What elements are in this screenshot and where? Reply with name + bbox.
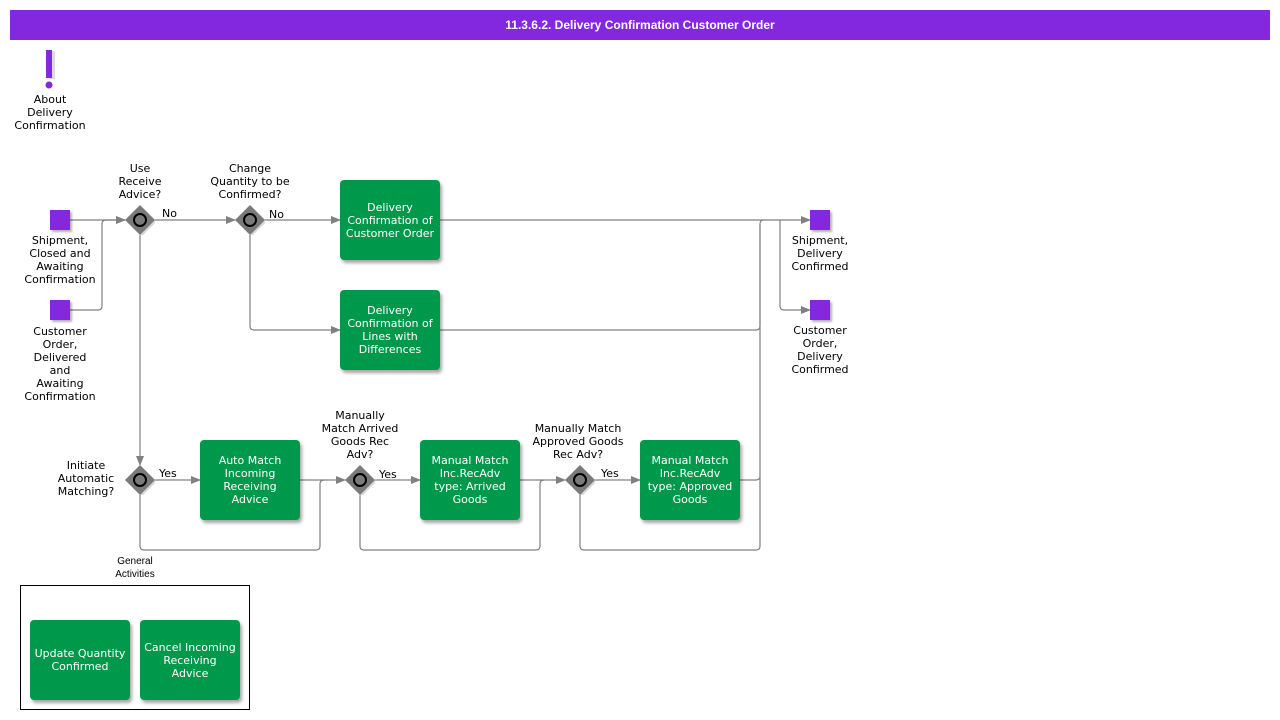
task-manual-match-approved-goods[interactable]: Manual Match Inc.RecAdv type: Approved G… — [640, 440, 740, 520]
gateway-manual-match-approved[interactable] — [565, 465, 595, 495]
group-general-activities-label: General Activities — [115, 556, 155, 580]
end-event-shipment-label: Shipment, Delivery Confirmed — [791, 234, 849, 273]
gateway-initiate-auto-matching-label: Initiate Automatic Matching? — [57, 459, 115, 498]
gateway-use-receive-advice[interactable] — [125, 205, 155, 235]
end-event-customer-order-label: Customer Order, Delivery Confirmed — [791, 324, 849, 376]
gateway-manual-match-arrived-label: Manually Match Arrived Goods Rec Adv? — [321, 409, 399, 461]
edge-label-yes: Yes — [601, 467, 619, 480]
task-delivery-confirmation-lines-differences[interactable]: Delivery Confirmation of Lines with Diff… — [340, 290, 440, 370]
task-manual-match-arrived-goods[interactable]: Manual Match Inc.RecAdv type: Arrived Go… — [420, 440, 520, 520]
edge-label-yes: Yes — [379, 468, 397, 481]
flow-t5-merge — [740, 475, 761, 481]
gateway-manual-match-approved-label: Manually Match Approved Goods Rec Adv? — [532, 422, 624, 461]
task-update-quantity-confirmed[interactable]: Update Quantity Confirmed — [30, 620, 130, 700]
edge-label-yes: Yes — [159, 467, 177, 480]
gateway-use-receive-advice-label: Use Receive Advice? — [118, 162, 162, 201]
flow-t2-merge — [440, 219, 765, 331]
start-event-customer-order[interactable] — [50, 300, 70, 320]
flow-g2-t2 — [249, 235, 341, 334]
start-event-customer-order-label: Customer Order, Delivered and Awaiting C… — [24, 325, 96, 403]
gateway-initiate-auto-matching[interactable] — [125, 465, 155, 495]
task-auto-match-receiving-advice[interactable]: Auto Match Incoming Receiving Advice — [200, 440, 300, 520]
gateway-change-quantity[interactable] — [235, 205, 265, 235]
edge-label-no: No — [269, 208, 284, 221]
edge-label-no: No — [162, 207, 177, 220]
task-cancel-incoming-receiving-advice[interactable]: Cancel Incoming Receiving Advice — [140, 620, 240, 700]
end-event-customer-order[interactable] — [810, 300, 830, 320]
start-event-shipment-label: Shipment, Closed and Awaiting Confirmati… — [24, 234, 96, 286]
gateway-manual-match-arrived[interactable] — [345, 465, 375, 495]
task-delivery-confirmation-customer-order[interactable]: Delivery Confirmation of Customer Order — [340, 180, 440, 260]
end-event-shipment[interactable] — [810, 210, 830, 230]
gateway-change-quantity-label: Change Quantity to be Confirmed? — [210, 162, 290, 201]
start-event-shipment[interactable] — [50, 210, 70, 230]
